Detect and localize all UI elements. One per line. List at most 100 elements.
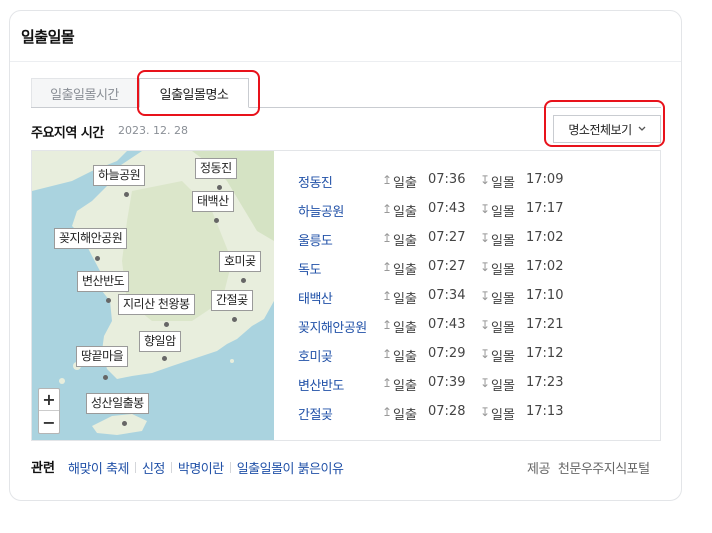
sunrise-arrow-icon: ↥ xyxy=(382,376,393,390)
sunrise-time: 07:43 xyxy=(428,317,466,332)
map-marker-ttangkkeut-village[interactable]: 땅끝마을 xyxy=(76,346,129,367)
source-name[interactable]: 천문우주지식포털 xyxy=(558,462,650,477)
sunset-time: 17:09 xyxy=(526,172,564,187)
sunset-label: 일몰 xyxy=(491,379,515,394)
related-label: 관련 xyxy=(31,461,55,476)
sunrise-arrow-icon: ↥ xyxy=(382,173,393,187)
map-marker-hyangiram[interactable]: 향일암 xyxy=(139,331,181,352)
sunrise-label: 일출 xyxy=(393,350,417,365)
sunset-label: 일몰 xyxy=(491,176,515,191)
sunset-arrow-icon: ↧ xyxy=(480,347,491,361)
map-marker-byeonsanbando[interactable]: 변산반도 xyxy=(77,271,130,292)
related-link[interactable]: 신정 xyxy=(142,458,165,477)
map-marker-taebaeksan[interactable]: 태백산 xyxy=(192,191,234,212)
sunrise-arrow-icon: ↥ xyxy=(382,289,393,303)
list-item: 독도 ↥ 일출 07:27 ↧ 일몰 17:02 xyxy=(298,254,658,283)
source-label: 제공 xyxy=(527,462,550,477)
map-marker-jeongdongjin[interactable]: 정동진 xyxy=(195,158,237,179)
spot-name-link[interactable]: 정동진 xyxy=(298,172,333,191)
sunset-label: 일몰 xyxy=(491,205,515,220)
spots-time-list: 정동진 ↥ 일출 07:36 ↧ 일몰 17:09 하늘공원 ↥ 일출 07:43 ↧ 일몰 17:17 울… xyxy=(298,167,658,428)
sunset-time: 17:21 xyxy=(526,317,564,332)
tab-sunrise-sunset-time[interactable]: 일출일몰시간 xyxy=(31,78,138,108)
sunrise-label: 일출 xyxy=(393,176,417,191)
map-marker-homigot[interactable]: 호미곶 xyxy=(219,251,261,272)
sunrise-label: 일출 xyxy=(393,263,417,278)
zoom-out-button[interactable]: − xyxy=(39,411,59,433)
link-separator xyxy=(229,462,231,473)
list-item: 호미곶 ↥ 일출 07:29 ↧ 일몰 17:12 xyxy=(298,341,658,370)
sunrise-time: 07:27 xyxy=(428,259,466,274)
marker-dot xyxy=(95,256,100,261)
sunset-time: 17:10 xyxy=(526,288,564,303)
marker-dot xyxy=(217,185,222,190)
sunrise-label: 일출 xyxy=(393,292,417,307)
related-links: 해맞이 축제 신정 박명이란 일출일몰이 붉은이유 xyxy=(68,458,344,477)
highlight-box-tab xyxy=(137,70,260,116)
marker-dot xyxy=(122,421,127,426)
list-item: 간절곶 ↥ 일출 07:28 ↧ 일몰 17:13 xyxy=(298,399,658,428)
sunrise-time: 07:39 xyxy=(428,375,466,390)
map-marker-ganjeolgot[interactable]: 간절곶 xyxy=(211,290,253,311)
map-marker-seongsan-ilchulbong[interactable]: 성산일출봉 xyxy=(86,393,149,414)
divider xyxy=(10,61,681,62)
list-item: 변산반도 ↥ 일출 07:39 ↧ 일몰 17:23 xyxy=(298,370,658,399)
related-link[interactable]: 박명이란 xyxy=(178,458,224,477)
list-item: 태백산 ↥ 일출 07:34 ↧ 일몰 17:10 xyxy=(298,283,658,312)
link-separator xyxy=(134,462,136,473)
sunset-time: 17:23 xyxy=(526,375,564,390)
zoom-in-button[interactable]: + xyxy=(39,389,59,411)
sunrise-arrow-icon: ↥ xyxy=(382,405,393,419)
sunrise-arrow-icon: ↥ xyxy=(382,231,393,245)
map-marker-kkotji-beach[interactable]: 꽂지해안공원 xyxy=(54,228,128,249)
related-link[interactable]: 일출일몰이 붉은이유 xyxy=(237,458,344,477)
sunrise-label: 일출 xyxy=(393,379,417,394)
sunset-time: 17:17 xyxy=(526,201,564,216)
spot-name-link[interactable]: 변산반도 xyxy=(298,375,344,394)
sunrise-time: 07:34 xyxy=(428,288,466,303)
source-credit: 제공 천문우주지식포털 xyxy=(527,458,650,477)
map-zoom-control: + − xyxy=(38,388,60,434)
list-item: 정동진 ↥ 일출 07:36 ↧ 일몰 17:09 xyxy=(298,167,658,196)
sunrise-label: 일출 xyxy=(393,408,417,423)
korea-map[interactable]: 하늘공원 정동진 태백산 꽂지해안공원 호미곶 변산반도 지리산 천왕봉 간절곶… xyxy=(32,151,274,440)
marker-dot xyxy=(241,278,246,283)
marker-dot xyxy=(164,322,169,327)
sunset-time: 17:13 xyxy=(526,404,564,419)
marker-dot xyxy=(124,192,129,197)
sunset-arrow-icon: ↧ xyxy=(480,376,491,390)
sunset-arrow-icon: ↧ xyxy=(480,173,491,187)
region-date: 2023. 12. 28 xyxy=(118,124,188,137)
sunset-time: 17:02 xyxy=(526,259,564,274)
marker-dot xyxy=(106,298,111,303)
sunrise-time: 07:29 xyxy=(428,346,466,361)
spot-name-link[interactable]: 간절곶 xyxy=(298,404,333,423)
sunrise-time: 07:27 xyxy=(428,230,466,245)
spot-name-link[interactable]: 호미곶 xyxy=(298,346,333,365)
map-marker-jirisan-cheonwangbong[interactable]: 지리산 천왕봉 xyxy=(118,294,195,315)
sunrise-label: 일출 xyxy=(393,205,417,220)
sunset-label: 일몰 xyxy=(491,292,515,307)
sunset-arrow-icon: ↧ xyxy=(480,260,491,274)
related-link[interactable]: 해맞이 축제 xyxy=(68,458,129,477)
list-item: 하늘공원 ↥ 일출 07:43 ↧ 일몰 17:17 xyxy=(298,196,658,225)
card-title: 일출일몰 xyxy=(21,28,75,46)
marker-dot xyxy=(232,317,237,322)
sunset-label: 일몰 xyxy=(491,234,515,249)
sunset-arrow-icon: ↧ xyxy=(480,289,491,303)
list-item: 꽂지해안공원 ↥ 일출 07:43 ↧ 일몰 17:21 xyxy=(298,312,658,341)
map-marker-haneul-park[interactable]: 하늘공원 xyxy=(93,165,146,186)
region-title: 주요지역 시간 xyxy=(31,126,104,141)
marker-dot xyxy=(103,375,108,380)
sunset-label: 일몰 xyxy=(491,321,515,336)
sunset-time: 17:12 xyxy=(526,346,564,361)
sunset-arrow-icon: ↧ xyxy=(480,405,491,419)
spot-name-link[interactable]: 울릉도 xyxy=(298,230,333,249)
spot-name-link[interactable]: 하늘공원 xyxy=(298,201,344,220)
spot-name-link[interactable]: 꽂지해안공원 xyxy=(298,317,367,336)
sunset-label: 일몰 xyxy=(491,408,515,423)
sunset-arrow-icon: ↧ xyxy=(480,202,491,216)
spot-name-link[interactable]: 독도 xyxy=(298,259,321,278)
marker-dot xyxy=(162,356,167,361)
spot-name-link[interactable]: 태백산 xyxy=(298,288,333,307)
